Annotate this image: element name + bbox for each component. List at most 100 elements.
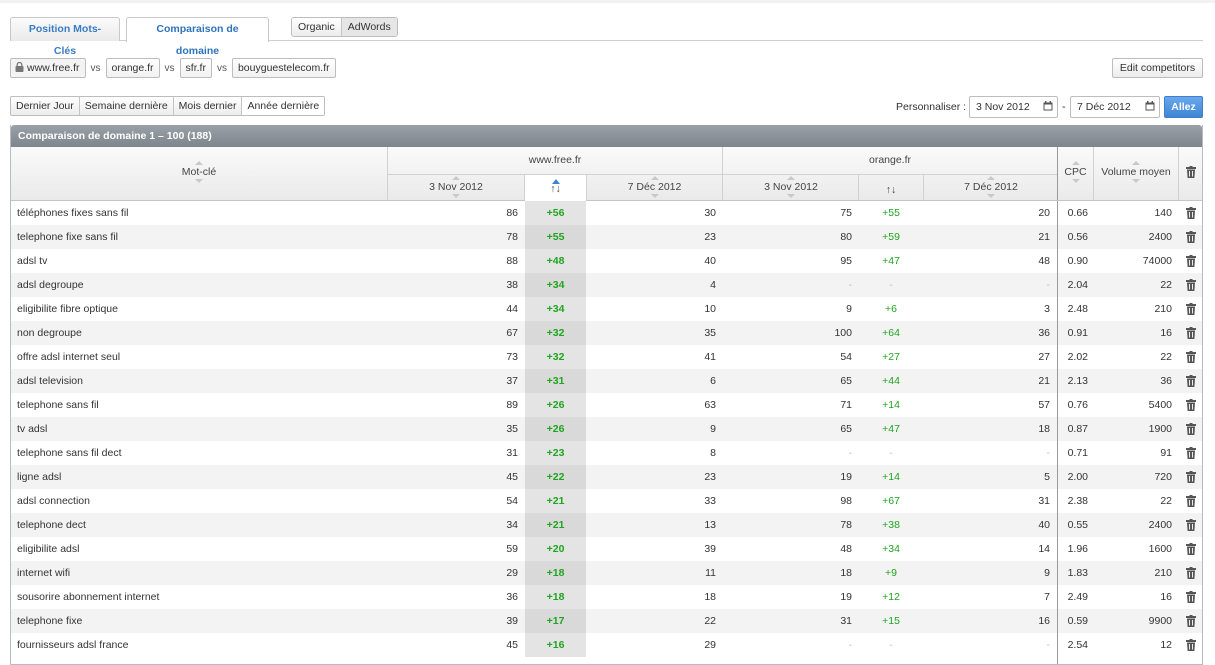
col-orange-date-from[interactable]: 3 Nov 2012 xyxy=(723,176,859,198)
period-dernier-jour[interactable]: Dernier Jour xyxy=(11,97,79,115)
keyword-cell[interactable]: adsl connection xyxy=(17,489,90,513)
free-pos-from-cell: 45 xyxy=(506,639,518,651)
competitor-domain-sfr[interactable]: sfr.fr xyxy=(179,58,212,78)
keyword-cell[interactable]: adsl degroupe xyxy=(17,273,84,297)
trash-icon[interactable] xyxy=(1186,543,1196,555)
col-orange-date-to[interactable]: 7 Déc 2012 xyxy=(924,176,1058,198)
keyword-cell[interactable]: ligne adsl xyxy=(17,465,61,489)
keyword-cell[interactable]: telephone sans fil dect xyxy=(17,441,122,465)
table-row[interactable]: telephone fixe sans fil 78 +55 23 80 +59 21 0.5… xyxy=(11,225,1202,249)
edit-competitors-button[interactable]: Edit competitors xyxy=(1112,58,1203,78)
keyword-cell[interactable]: adsl television xyxy=(17,369,83,393)
trash-icon[interactable] xyxy=(1186,471,1196,483)
table-row[interactable]: telephone dect 34 +21 13 78 +38 40 0.55 2400 xyxy=(11,513,1202,537)
tab-position-mots-cles[interactable]: Position Mots-Clés xyxy=(10,17,120,57)
table-row[interactable]: ligne adsl 45 +22 23 19 +14 5 2.00 720 xyxy=(11,465,1202,489)
trash-icon[interactable] xyxy=(1186,375,1196,387)
keyword-cell[interactable]: offre adsl internet seul xyxy=(17,345,120,369)
trash-icon[interactable] xyxy=(1186,447,1196,459)
free-pos-to-cell: 4 xyxy=(710,279,716,291)
table-row[interactable]: eligibilite adsl 59 +20 39 48 +34 14 1.96 1600 xyxy=(11,537,1202,561)
trash-icon[interactable] xyxy=(1186,279,1196,291)
period-semaine-derniere[interactable]: Semaine dernière xyxy=(78,97,173,115)
trash-icon[interactable] xyxy=(1186,639,1196,651)
orange-pos-to-cell: 57 xyxy=(1038,399,1050,411)
trash-icon[interactable] xyxy=(1186,255,1196,267)
date-from-input[interactable]: 3 Nov 2012 xyxy=(969,96,1058,118)
trash-icon[interactable] xyxy=(1186,207,1196,219)
col-label: 3 Nov 2012 xyxy=(764,181,818,193)
table-row[interactable]: non degroupe 67 +32 35 100 +64 36 0.91 16 xyxy=(11,321,1202,345)
table-row[interactable]: adsl degroupe 38 +34 4 - - - 2.04 22 xyxy=(11,273,1202,297)
table-row[interactable]: telephone sans fil dect 31 +23 8 - - - 0.71 91 xyxy=(11,441,1202,465)
free-diff-cell: +16 xyxy=(525,633,586,657)
trash-icon[interactable] xyxy=(1186,399,1196,411)
col-label: Volume moyen xyxy=(1101,166,1171,178)
col-orange-diff[interactable]: ↑↓ xyxy=(859,184,923,196)
keyword-cell[interactable]: telephone dect xyxy=(17,513,86,537)
table-row[interactable]: sousorire abonnement internet 36 +18 18 19 +1… xyxy=(11,585,1202,609)
orange-pos-to-cell: - xyxy=(1046,279,1051,291)
keyword-cell[interactable]: internet wifi xyxy=(17,561,70,585)
table-row[interactable]: telephone fixe 39 +17 22 31 +15 16 0.59 9900 xyxy=(11,609,1202,633)
trash-icon[interactable] xyxy=(1186,303,1196,315)
col-keyword-header[interactable]: Mot-clé xyxy=(11,161,387,183)
keyword-cell[interactable]: eligibilite fibre optique xyxy=(17,297,118,321)
keyword-cell[interactable]: sousorire abonnement internet xyxy=(17,585,159,609)
trash-icon[interactable] xyxy=(1186,423,1196,435)
trash-icon[interactable] xyxy=(1186,166,1196,178)
calendar-icon[interactable] xyxy=(1145,101,1155,111)
trash-icon[interactable] xyxy=(1186,231,1196,243)
keyword-cell[interactable]: telephone fixe sans fil xyxy=(17,225,118,249)
trash-icon[interactable] xyxy=(1186,615,1196,627)
competitor-domain-orange[interactable]: orange.fr xyxy=(105,58,160,78)
table-row[interactable]: telephone sans fil 89 +26 63 71 +14 57 0.76 5400 xyxy=(11,393,1202,417)
orange-diff-cell: - xyxy=(889,447,893,459)
table-row[interactable]: fournisseurs adsl france 45 +16 29 - - - 2.54 12 xyxy=(11,633,1202,657)
table-row[interactable]: internet wifi 29 +18 11 18 +9 9 1.83 210 xyxy=(11,561,1202,585)
domain-row: www.free.fr vs orange.fr vs sfr.fr vs bo… xyxy=(10,58,336,78)
tab-comparaison-domaine[interactable]: Comparaison de domaine xyxy=(126,17,269,57)
volume-cell: 12 xyxy=(1160,639,1172,651)
keyword-cell[interactable]: adsl tv xyxy=(17,249,47,273)
keyword-cell[interactable]: téléphones fixes sans fil xyxy=(17,201,128,225)
table-row[interactable]: adsl television 37 +31 6 65 +44 21 2.13 36 xyxy=(11,369,1202,393)
keyword-cell[interactable]: non degroupe xyxy=(17,321,82,345)
cpc-cell: 2.13 xyxy=(1067,375,1088,387)
keyword-cell[interactable]: tv adsl xyxy=(17,417,47,441)
orange-diff-cell: +9 xyxy=(885,567,897,579)
keyword-cell[interactable]: telephone fixe xyxy=(17,609,82,633)
table-row[interactable]: eligibilite fibre optique 44 +34 10 9 +6 3 2.48… xyxy=(11,297,1202,321)
col-cpc-header[interactable]: CPC xyxy=(1058,161,1093,183)
cpc-cell: 0.59 xyxy=(1067,615,1088,627)
allez-button[interactable]: Allez xyxy=(1164,96,1203,118)
orange-pos-to-cell: 48 xyxy=(1038,255,1050,267)
period-mois-dernier[interactable]: Mois dernier xyxy=(172,97,242,115)
col-free-date-to[interactable]: 7 Déc 2012 xyxy=(587,176,722,198)
table-row[interactable]: adsl tv 88 +48 40 95 +47 48 0.90 74000 xyxy=(11,249,1202,273)
trash-icon[interactable] xyxy=(1186,567,1196,579)
keyword-cell[interactable]: fournisseurs adsl france xyxy=(17,633,128,657)
trash-icon[interactable] xyxy=(1186,327,1196,339)
col-volume-header[interactable]: Volume moyen xyxy=(1094,161,1178,183)
table-row[interactable]: téléphones fixes sans fil 86 +56 30 75 +55 20 0… xyxy=(11,201,1202,225)
orange-pos-to-cell: - xyxy=(1046,447,1051,459)
table-row[interactable]: adsl connection 54 +21 33 98 +67 31 2.38 22 xyxy=(11,489,1202,513)
trash-icon[interactable] xyxy=(1186,351,1196,363)
calendar-icon[interactable] xyxy=(1043,101,1053,111)
table-row[interactable]: offre adsl internet seul 73 +32 41 54 +27 27 2.… xyxy=(11,345,1202,369)
trash-icon[interactable] xyxy=(1186,519,1196,531)
competitor-domain-bouygues[interactable]: bouyguestelecom.fr xyxy=(231,58,336,78)
keyword-cell[interactable]: eligibilite adsl xyxy=(17,537,79,561)
date-to-input[interactable]: 7 Déc 2012 xyxy=(1070,96,1160,118)
col-free-diff-sorted[interactable]: ↑↓ xyxy=(525,175,586,201)
trash-icon[interactable] xyxy=(1186,495,1196,507)
trash-icon[interactable] xyxy=(1186,591,1196,603)
col-free-date-from[interactable]: 3 Nov 2012 xyxy=(388,176,524,198)
period-annee-derniere[interactable]: Année dernière xyxy=(241,97,325,115)
keyword-cell[interactable]: telephone sans fil xyxy=(17,393,99,417)
organic-button[interactable]: Organic xyxy=(292,18,341,36)
adwords-button[interactable]: AdWords xyxy=(340,18,397,36)
table-row[interactable]: tv adsl 35 +26 9 65 +47 18 0.87 1900 xyxy=(11,417,1202,441)
vs-label: vs xyxy=(216,62,227,74)
